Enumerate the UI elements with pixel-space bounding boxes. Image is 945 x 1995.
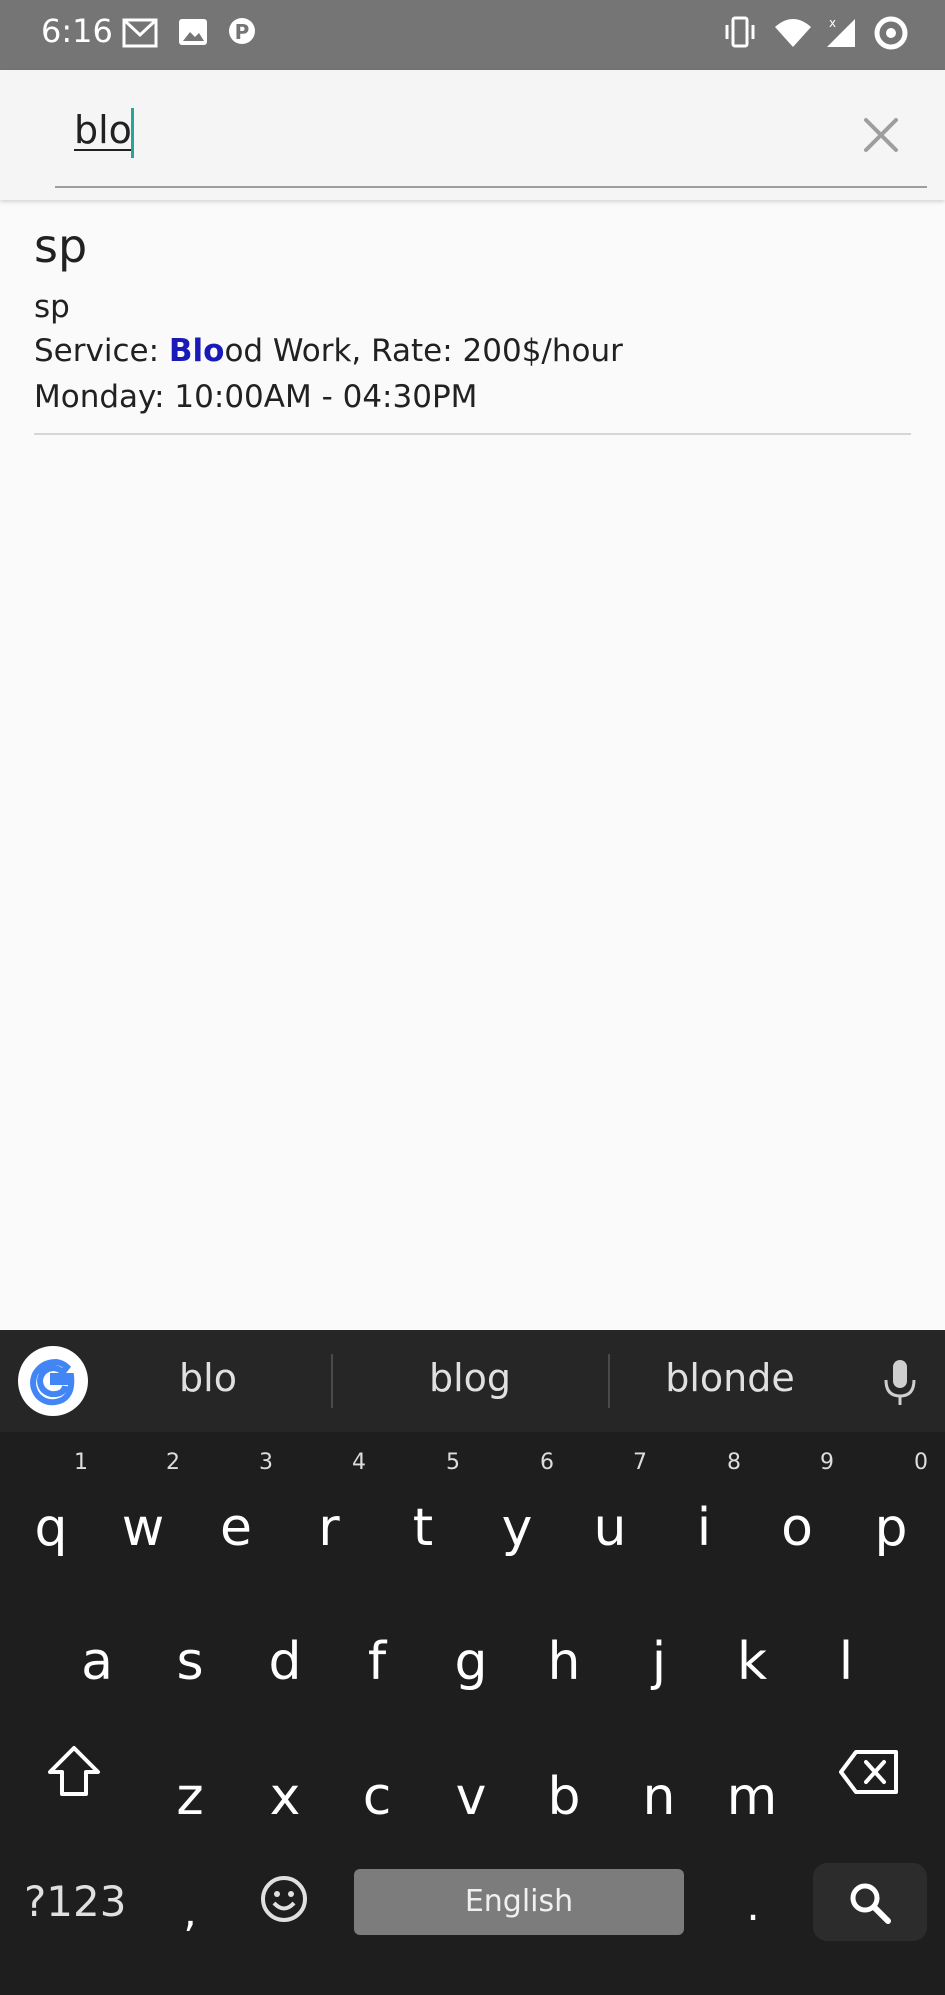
key-s[interactable]: s bbox=[150, 1632, 230, 1692]
key-k[interactable]: k bbox=[712, 1632, 792, 1692]
status-bar: 6:16 P x bbox=[0, 0, 945, 70]
key-number-hint: 7 bbox=[633, 1450, 647, 1475]
suggestion-2[interactable]: blog bbox=[370, 1356, 570, 1400]
key-j[interactable]: j bbox=[619, 1632, 699, 1692]
result-title: sp bbox=[34, 219, 88, 273]
key-number-hint: 3 bbox=[259, 1450, 273, 1475]
key-n[interactable]: n bbox=[619, 1767, 699, 1827]
microphone-icon[interactable] bbox=[880, 1358, 920, 1408]
key-r[interactable]: r bbox=[289, 1498, 369, 1558]
key-v[interactable]: v bbox=[431, 1767, 511, 1827]
key-i[interactable]: i bbox=[664, 1498, 744, 1558]
key-w[interactable]: w bbox=[103, 1498, 183, 1558]
status-time: 6:16 bbox=[41, 12, 113, 50]
suggestion-3[interactable]: blonde bbox=[630, 1356, 830, 1400]
period-key[interactable]: . bbox=[713, 1876, 793, 1936]
key-number-hint: 2 bbox=[166, 1450, 180, 1475]
key-number-hint: 0 bbox=[914, 1450, 928, 1475]
key-m[interactable]: m bbox=[712, 1767, 792, 1827]
sync-icon bbox=[874, 16, 908, 50]
service-prefix: Service: bbox=[34, 333, 169, 369]
suggestion-bar: blo blog blonde bbox=[0, 1330, 945, 1432]
text-cursor bbox=[131, 108, 134, 158]
suggestion-1[interactable]: blo bbox=[108, 1356, 308, 1400]
key-x[interactable]: x bbox=[245, 1767, 325, 1827]
key-u[interactable]: u bbox=[570, 1498, 650, 1558]
key-h[interactable]: h bbox=[524, 1632, 604, 1692]
key-l[interactable]: l bbox=[806, 1632, 886, 1692]
list-item[interactable]: sp sp Service: Blood Work, Rate: 200$/ho… bbox=[34, 215, 911, 435]
key-number-hint: 8 bbox=[727, 1450, 741, 1475]
search-underline bbox=[55, 186, 927, 188]
service-highlight: Blo bbox=[168, 333, 225, 369]
key-b[interactable]: b bbox=[524, 1767, 604, 1827]
suggestion-divider bbox=[331, 1354, 333, 1408]
key-t[interactable]: t bbox=[383, 1498, 463, 1558]
suggestion-divider bbox=[608, 1354, 610, 1408]
search-icon bbox=[850, 1883, 891, 1924]
key-c[interactable]: c bbox=[337, 1767, 417, 1827]
search-input-text[interactable]: blo bbox=[74, 108, 132, 152]
gmail-icon bbox=[122, 18, 158, 48]
comma-key[interactable]: , bbox=[150, 1882, 230, 1942]
key-number-hint: 1 bbox=[74, 1450, 88, 1475]
key-e[interactable]: e bbox=[196, 1498, 276, 1558]
key-number-hint: 5 bbox=[446, 1450, 460, 1475]
search-key[interactable] bbox=[813, 1863, 927, 1941]
svg-text:P: P bbox=[235, 20, 250, 44]
key-number-hint: 9 bbox=[820, 1450, 834, 1475]
key-d[interactable]: d bbox=[245, 1632, 325, 1692]
image-icon bbox=[179, 19, 207, 45]
signal-icon: x bbox=[827, 16, 855, 47]
p-icon: P bbox=[229, 18, 255, 44]
result-schedule: Monday: 10:00AM - 04:30PM bbox=[34, 379, 478, 415]
key-o[interactable]: o bbox=[757, 1498, 837, 1558]
key-p[interactable]: p bbox=[851, 1498, 931, 1558]
key-y[interactable]: y bbox=[477, 1498, 557, 1558]
key-g[interactable]: g bbox=[431, 1632, 511, 1692]
wifi-icon bbox=[775, 19, 811, 47]
shift-icon[interactable] bbox=[44, 1742, 104, 1802]
space-bar[interactable]: English bbox=[354, 1869, 684, 1935]
key-number-hint: 6 bbox=[540, 1450, 554, 1475]
backspace-icon[interactable] bbox=[838, 1748, 900, 1796]
key-number-hint: 4 bbox=[352, 1450, 366, 1475]
key-a[interactable]: a bbox=[57, 1632, 137, 1692]
result-subtitle: sp bbox=[34, 289, 70, 325]
key-z[interactable]: z bbox=[150, 1767, 230, 1827]
emoji-icon[interactable] bbox=[259, 1874, 309, 1924]
soft-keyboard: blo blog blonde q 1w 2e 3r 4t 5y 6u 7i 8o 9p 0 asd… bbox=[0, 1330, 945, 1995]
result-service: Service: Blood Work, Rate: 200$/hour bbox=[34, 333, 623, 369]
svg-text:x: x bbox=[829, 16, 836, 30]
key-q[interactable]: q bbox=[11, 1498, 91, 1558]
key-f[interactable]: f bbox=[337, 1632, 417, 1692]
symbols-key[interactable]: ?123 bbox=[24, 1877, 126, 1926]
clear-search-icon[interactable] bbox=[858, 112, 904, 158]
google-icon[interactable] bbox=[18, 1346, 88, 1416]
service-rest: od Work, Rate: 200$/hour bbox=[224, 333, 623, 369]
vibrate-icon bbox=[725, 16, 755, 48]
